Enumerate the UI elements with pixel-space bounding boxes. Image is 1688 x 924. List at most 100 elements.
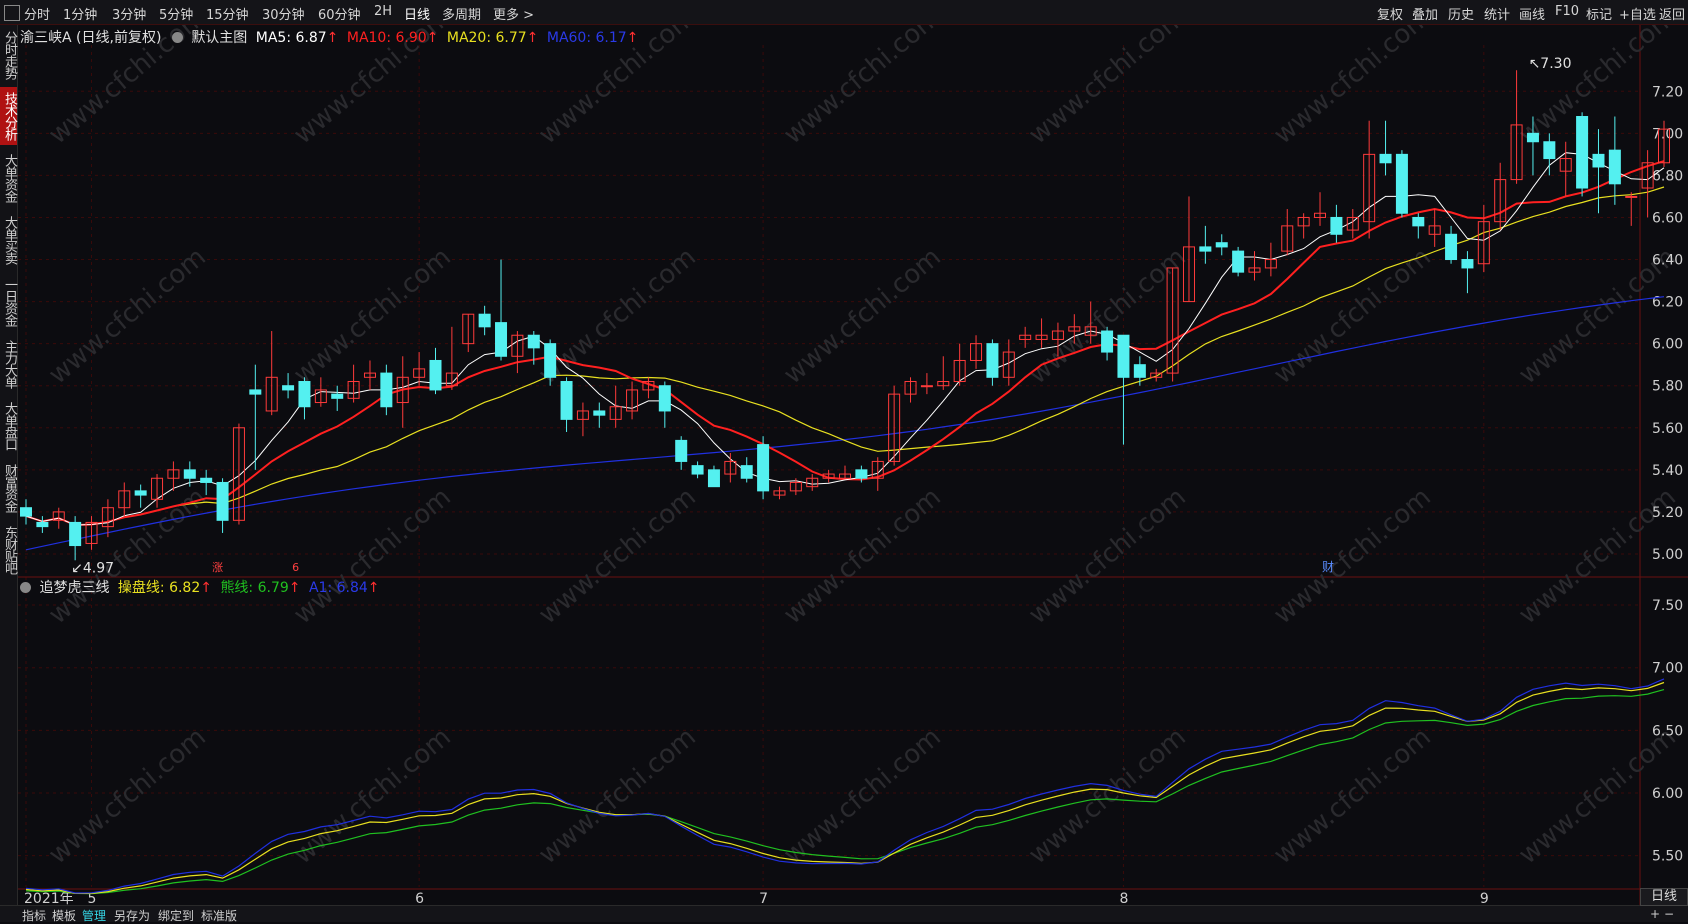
f10-button[interactable]: F10 <box>1555 4 1579 19</box>
y-tick-label: 7.20 <box>1652 84 1683 100</box>
period-indicator[interactable]: 日线 <box>1640 888 1688 906</box>
tab-15min[interactable]: 15分钟 <box>206 4 249 23</box>
tab-1min[interactable]: 1分钟 <box>63 4 97 23</box>
sidebar-item-big-trade[interactable]: 大单买卖 <box>0 211 17 269</box>
candle-body <box>920 385 933 388</box>
sidebar-item-wealth-fund[interactable]: 财富资金 <box>0 459 17 517</box>
low-marker: ↙4.97 <box>71 560 114 576</box>
tab-60min[interactable]: 60分钟 <box>318 4 361 23</box>
ma60-value: MA60: 6.17 <box>546 30 627 46</box>
y-tick-label: 5.50 <box>1652 849 1683 865</box>
candle-body <box>429 359 442 391</box>
candle-body <box>593 410 606 416</box>
add-watchlist-button[interactable]: +自选 <box>1619 4 1656 23</box>
candle-body <box>200 477 213 483</box>
high-marker: ↖7.30 <box>1529 56 1572 72</box>
tab-daily[interactable]: 日线 <box>404 4 430 23</box>
candle-body <box>380 372 393 408</box>
template-button[interactable]: 模板 <box>52 907 76 924</box>
candle-body <box>216 481 229 521</box>
template-label[interactable]: 默认主图 <box>191 30 247 46</box>
kline-chart[interactable]: www.cfchi.com www.cfchi.com www.cfchi.com w… <box>18 25 1688 905</box>
candle-body <box>1445 233 1458 261</box>
standard-button[interactable]: 标准版 <box>201 907 237 924</box>
fuquan-button[interactable]: 复权 <box>1377 4 1403 23</box>
bind-to-button[interactable]: 绑定到 <box>158 907 194 924</box>
settings-circle-icon[interactable] <box>171 32 183 43</box>
bottom-toolbar: 指标 模板 管理 另存为 绑定到 标准版 + − <box>0 905 1688 924</box>
zoom-out-button[interactable]: − <box>1664 907 1674 921</box>
candle-body <box>298 381 311 408</box>
save-as-button[interactable]: 另存为 <box>114 907 150 924</box>
line3-value: A1: 6.84 <box>308 580 368 596</box>
up-arrow-icon: ↑ <box>367 580 380 596</box>
candle-body <box>757 444 770 492</box>
candle-body <box>478 313 491 328</box>
ma10-value: MA10: 6.90 <box>346 30 427 46</box>
candle-body <box>36 521 49 528</box>
six-marker: 6 <box>292 561 299 574</box>
candle-body <box>986 343 999 378</box>
indicator-name[interactable]: 追梦虎三线 <box>39 580 109 596</box>
back-button[interactable]: 返回 <box>1659 4 1685 23</box>
settings-circle-icon[interactable] <box>20 582 31 593</box>
y-tick-label: 6.00 <box>1652 786 1683 802</box>
watermark: www.cfchi.com <box>1023 482 1192 630</box>
sidebar-item-main-big[interactable]: 主力大单 <box>0 335 17 393</box>
manage-button[interactable]: 管理 <box>82 907 106 924</box>
candle-body <box>1543 141 1556 160</box>
tab-2h[interactable]: 2H <box>374 4 392 19</box>
sidebar-item-big-order[interactable]: 大单盘口 <box>0 397 17 455</box>
square-icon[interactable] <box>4 5 20 21</box>
stock-title: 渝三峡A (日线,前复权) <box>20 30 162 46</box>
overlay-button[interactable]: 叠加 <box>1412 4 1438 23</box>
tab-fenshi[interactable]: 分时 <box>24 4 50 23</box>
indicator-button[interactable]: 指标 <box>22 907 46 924</box>
stats-button[interactable]: 统计 <box>1484 4 1510 23</box>
sidebar-item-fenshi[interactable]: 分时走势 <box>0 27 17 83</box>
tab-multi-period[interactable]: 多周期 <box>442 4 481 23</box>
x-tick-label: 8 <box>1119 891 1128 905</box>
candle-body <box>20 507 32 517</box>
tab-5min[interactable]: 5分钟 <box>159 4 193 23</box>
up-arrow-icon: ↑ <box>326 30 339 46</box>
y-tick-label: 6.50 <box>1652 723 1683 739</box>
period-toolbar: 分时 1分钟 3分钟 5分钟 15分钟 30分钟 60分钟 2H 日线 多周期 … <box>0 0 1688 25</box>
watermark: www.cfchi.com <box>1023 242 1192 390</box>
sidebar-item-forum[interactable]: 东财贴吧 <box>0 521 17 579</box>
candle-body <box>1215 242 1228 248</box>
zoom-in-button[interactable]: + <box>1650 907 1660 921</box>
tab-3min[interactable]: 3分钟 <box>112 4 146 23</box>
candle-body <box>527 334 540 349</box>
sidebar-item-technical[interactable]: 技术分析 <box>0 87 17 145</box>
candle-body <box>855 469 868 479</box>
x-tick-label: 6 <box>415 891 424 905</box>
tab-30min[interactable]: 30分钟 <box>262 4 305 23</box>
candle-body <box>1330 216 1343 235</box>
candle-body <box>544 343 557 378</box>
watermark: www.cfchi.com <box>778 25 947 150</box>
watermark: www.cfchi.com <box>1268 25 1437 150</box>
candle-body <box>1625 195 1638 198</box>
line2-value: 熊线: 6.79 <box>220 580 289 596</box>
tab-more[interactable]: 更多 > <box>493 4 534 23</box>
candle-body <box>1608 149 1621 185</box>
watermark: www.cfchi.com <box>1268 242 1437 390</box>
watermark: www.cfchi.com <box>778 482 947 630</box>
candle-body <box>249 389 262 395</box>
y-tick-label: 6.20 <box>1652 295 1683 311</box>
candle-body <box>1412 216 1425 227</box>
sidebar-item-day-fund[interactable]: 一日资金 <box>0 273 17 331</box>
left-sidebar: 分时走势 技术分析 大单资金 大单买卖 一日资金 主力大单 大单盘口 财富资金 … <box>0 25 18 905</box>
draw-button[interactable]: 画线 <box>1519 4 1545 23</box>
x-tick-label: 7 <box>759 891 768 905</box>
candle-body <box>740 465 753 479</box>
mark-button[interactable]: 标记 <box>1586 4 1612 23</box>
sidebar-item-big-fund[interactable]: 大单资金 <box>0 149 17 207</box>
watermark: www.cfchi.com <box>533 242 702 390</box>
history-button[interactable]: 历史 <box>1448 4 1474 23</box>
watermark: www.cfchi.com <box>43 242 212 390</box>
x-tick-label: 9 <box>1480 891 1489 905</box>
up-arrow-icon: ↑ <box>200 580 212 596</box>
candle-body <box>1199 246 1212 252</box>
